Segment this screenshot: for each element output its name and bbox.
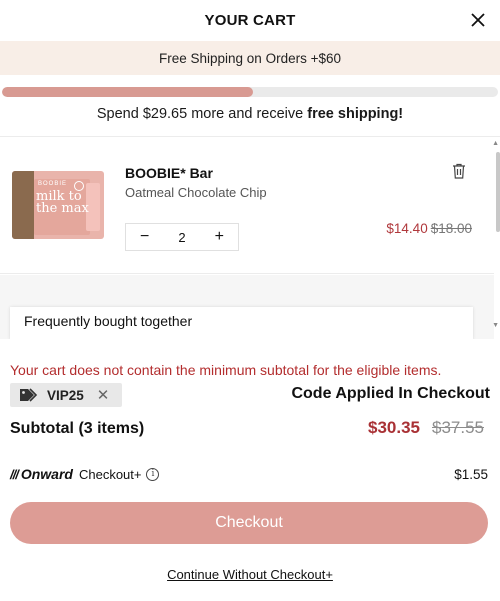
item-original-price: $18.00: [430, 221, 472, 236]
code-applied-status: Code Applied In Checkout: [291, 385, 490, 402]
close-button[interactable]: [464, 6, 492, 34]
onward-logo: /// Onward: [10, 466, 73, 482]
free-shipping-text: free shipping!: [307, 106, 404, 122]
cart-items-list[interactable]: BOOBIE milk to the max BOOBIE* Bar Oatme…: [0, 136, 500, 339]
shipping-progress-bar: [2, 87, 498, 97]
subtotal-label: Subtotal (3 items): [10, 420, 145, 437]
scroll-down-arrow[interactable]: ▼: [492, 322, 499, 329]
info-icon[interactable]: i: [146, 467, 160, 481]
decrease-quantity-button[interactable]: −: [126, 224, 163, 250]
product-image-wrapper: [12, 171, 34, 239]
close-icon[interactable]: [471, 13, 485, 27]
checkout-button[interactable]: Checkout: [10, 502, 488, 544]
spend-message-text: Spend $29.65 more and receive: [96, 106, 308, 122]
spend-message: Spend $29.65 more and receive free shipp…: [0, 106, 500, 122]
shipping-progress-fill: [2, 87, 253, 97]
onward-checkout-label: Checkout+: [78, 466, 142, 482]
cart-item: BOOBIE milk to the max BOOBIE* Bar Oatme…: [0, 137, 494, 274]
quantity-value[interactable]: 2: [163, 230, 200, 245]
onward-checkout-row: /// Onward Checkout+ i $1.55: [10, 464, 488, 484]
product-image-brand: BOOBIE: [38, 181, 68, 187]
onward-brand: Onward: [20, 466, 73, 482]
coupon-code: VIP25: [47, 387, 84, 403]
product-variant: Oatmeal Chocolate Chip: [125, 185, 267, 200]
tag-icon: [20, 388, 38, 402]
remove-item-button[interactable]: [452, 163, 472, 183]
subtotal-sale-price: $30.35: [368, 418, 420, 437]
trash-icon[interactable]: [452, 163, 466, 179]
scrollbar-thumb[interactable]: [496, 152, 500, 232]
subtotal-original-price: $37.55: [432, 418, 484, 437]
cart-header: YOUR CART: [0, 0, 500, 40]
remove-coupon-button[interactable]: ✕: [97, 386, 110, 404]
increase-quantity-button[interactable]: +: [201, 224, 238, 250]
product-name[interactable]: BOOBIE* Bar: [125, 165, 213, 181]
shipping-banner: Free Shipping on Orders +$60: [0, 41, 500, 75]
item-price: $14.40 $18.00: [386, 221, 472, 236]
product-image[interactable]: BOOBIE milk to the max: [12, 171, 104, 239]
onward-price: $1.55: [454, 466, 488, 482]
coupon-chip: VIP25 ✕: [10, 383, 122, 407]
frequently-bought-title: Frequently bought together: [10, 307, 473, 339]
scroll-up-arrow[interactable]: ▲: [492, 140, 499, 147]
continue-without-checkout-link[interactable]: Continue Without Checkout+: [0, 567, 500, 582]
quantity-stepper: − 2 +: [125, 223, 239, 251]
cart-title: YOUR CART: [204, 11, 296, 29]
minimum-subtotal-warning: Your cart does not contain the minimum s…: [10, 362, 442, 378]
product-image-text: milk to the max: [36, 189, 89, 216]
item-sale-price: $14.40: [386, 221, 428, 236]
onward-logo-mark: ///: [10, 466, 19, 482]
